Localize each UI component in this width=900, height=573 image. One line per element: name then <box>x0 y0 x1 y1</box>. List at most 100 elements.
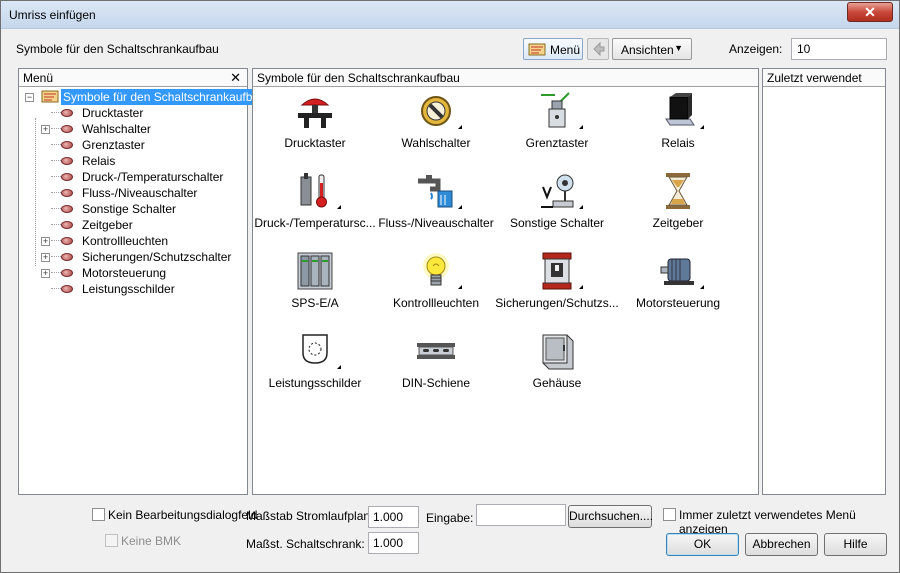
insert-outline-dialog: Umriss einfügen ✕ Symbole für den Schalt… <box>0 0 900 573</box>
symbol-pushbutton[interactable]: Drucktaster <box>253 91 377 167</box>
tree-item[interactable]: Leistungsschilder <box>25 281 245 297</box>
symbol-enclosure[interactable]: Gehäuse <box>495 331 619 407</box>
scale-cabinet-input[interactable]: 1.000 <box>368 532 419 554</box>
tree-connector <box>51 240 61 241</box>
expand-icon[interactable]: + <box>41 125 50 134</box>
menu-toggle-button[interactable]: Menü <box>523 38 583 60</box>
symbol-nameplate[interactable]: Leistungsschilder <box>253 331 377 407</box>
no-bmk-label: Keine BMK <box>121 534 182 548</box>
tree-item[interactable]: Zeitgeber <box>25 217 245 233</box>
scale-cabinet-label: Maßst. Schaltschrank: <box>246 537 365 551</box>
symbol-group-icon <box>61 205 73 213</box>
expand-icon[interactable]: + <box>41 269 50 278</box>
menu-panel-header: Menü ✕ <box>19 69 247 87</box>
dialog-heading: Symbole für den Schaltschrankaufbau <box>16 42 219 56</box>
symbol-pilot-light[interactable]: Kontrollleuchten <box>374 251 498 327</box>
symbol-other-switches[interactable]: Sonstige Schalter <box>495 171 619 247</box>
expand-icon[interactable]: + <box>41 253 50 262</box>
tree-item[interactable]: + Motorsteuerung <box>25 265 245 281</box>
submenu-marker <box>579 285 583 289</box>
symbol-label: Druck-/Temperatursc... <box>254 216 376 230</box>
tree-connector <box>51 112 61 113</box>
tree-item-label: Motorsteuerung <box>82 266 167 280</box>
symbol-label: Sonstige Schalter <box>509 216 605 230</box>
symbol-plc-io[interactable]: SPS-E/A <box>253 251 377 327</box>
title-bar: Umriss einfügen ✕ <box>1 1 899 29</box>
symbol-limit-switch[interactable]: Grenztaster <box>495 91 619 167</box>
symbol-group-icon <box>61 189 73 197</box>
symbol-selector-switch[interactable]: Wahlschalter <box>374 91 498 167</box>
tree-item[interactable]: Grenztaster <box>25 137 245 153</box>
tree-connector <box>51 272 61 273</box>
views-dropdown[interactable]: Ansichten ▼ <box>612 38 692 60</box>
menu-tree-icon <box>528 43 546 56</box>
tree-item-label: Fluss-/Niveauschalter <box>82 186 198 200</box>
symbol-group-icon <box>61 125 73 133</box>
symbol-motor-control[interactable]: Motorsteuerung <box>616 251 740 327</box>
scale-schematic-input[interactable]: 1.000 <box>368 506 419 528</box>
tree-connector <box>51 128 61 129</box>
submenu-marker <box>458 125 462 129</box>
symbol-label: Drucktaster <box>284 136 346 150</box>
collapse-icon[interactable]: − <box>25 93 34 102</box>
symbol-pressure-temperature-switch[interactable]: Druck-/Temperatursc... <box>253 171 377 247</box>
symbol-flow-level-switch[interactable]: Fluss-/Niveauschalter <box>374 171 498 247</box>
cancel-button[interactable]: Abbrechen <box>745 533 818 556</box>
tree-item-label: Leistungsschilder <box>82 282 175 296</box>
tree-connector <box>51 160 61 161</box>
other-switches-icon <box>541 174 574 208</box>
browse-button[interactable]: Durchsuchen.... <box>568 505 653 528</box>
back-button[interactable] <box>587 38 609 60</box>
din-rail-icon <box>417 343 455 359</box>
symbol-fuse-breaker[interactable]: Sicherungen/Schutzs... <box>495 251 619 327</box>
tree-item[interactable]: + Sicherungen/Schutzschalter <box>25 249 245 265</box>
symbols-panel-title: Symbole für den Schaltschrankaufbau <box>257 71 460 85</box>
submenu-marker <box>579 205 583 209</box>
tree-root[interactable]: − Symbole für den Schaltschrankaufbau <box>25 89 268 105</box>
no-bmk-checkbox[interactable] <box>105 534 118 547</box>
tree-item[interactable]: Fluss-/Niveauschalter <box>25 185 245 201</box>
help-button[interactable]: Hilfe <box>824 533 887 556</box>
recent-panel-title: Zuletzt verwendet <box>767 71 862 85</box>
ok-button[interactable]: OK <box>666 533 739 556</box>
tree-item-label: Druck-/Temperaturschalter <box>82 170 224 184</box>
symbol-grid: Drucktaster Wahlschalter Grenztaster Rel… <box>253 89 758 494</box>
tree-item[interactable]: Druck-/Temperaturschalter <box>25 169 245 185</box>
tree-item[interactable]: + Wahlschalter <box>25 121 245 137</box>
expand-icon[interactable]: + <box>41 237 50 246</box>
symbol-label: Motorsteuerung <box>635 296 721 310</box>
symbol-label: Kontrollleuchten <box>392 296 480 310</box>
symbol-group-icon <box>61 109 73 117</box>
always-recent-checkbox[interactable] <box>663 508 676 521</box>
window-close-button[interactable]: ✕ <box>847 2 893 22</box>
input-field[interactable] <box>476 504 566 526</box>
tree-item[interactable]: + Kontrollleuchten <box>25 233 245 249</box>
symbol-group-icon <box>61 237 73 245</box>
symbol-timer[interactable]: Zeitgeber <box>616 171 740 247</box>
nameplate-icon <box>302 334 328 364</box>
symbol-din-rail[interactable]: DIN-Schiene <box>374 331 498 407</box>
tree-item[interactable]: Sonstige Schalter <box>25 201 245 217</box>
views-dropdown-label: Ansichten <box>621 43 674 57</box>
pressure-temperature-switch-icon <box>300 173 327 208</box>
symbol-relay[interactable]: Relais <box>616 91 740 167</box>
no-edit-dialog-checkbox[interactable] <box>92 508 105 521</box>
tree-item[interactable]: Drucktaster <box>25 105 245 121</box>
limit-switch-icon <box>541 92 570 128</box>
tree-item-label: Relais <box>82 154 116 168</box>
menu-panel-close-icon[interactable]: ✕ <box>230 70 241 86</box>
symbol-group-icon <box>61 253 73 261</box>
submenu-marker <box>700 285 704 289</box>
tree-connector <box>51 176 61 177</box>
symbols-panel: Symbole für den Schaltschrankaufbau Druc… <box>252 68 759 495</box>
submenu-marker <box>579 125 583 129</box>
symbol-label: Gehäuse <box>532 376 582 390</box>
symbol-label: DIN-Schiene <box>401 376 471 390</box>
no-edit-dialog-label: Kein Bearbeitungsdialogfeld <box>108 508 258 522</box>
menu-panel: Menü ✕ − Symbole für den Schaltschrankau… <box>18 68 268 495</box>
flow-level-switch-icon <box>418 175 453 208</box>
tree-item-label: Wahlschalter <box>82 122 151 136</box>
tree-item[interactable]: Relais <box>25 153 245 169</box>
show-count-input[interactable]: 10 <box>791 38 887 60</box>
symbol-label: Fluss-/Niveauschalter <box>378 216 494 230</box>
